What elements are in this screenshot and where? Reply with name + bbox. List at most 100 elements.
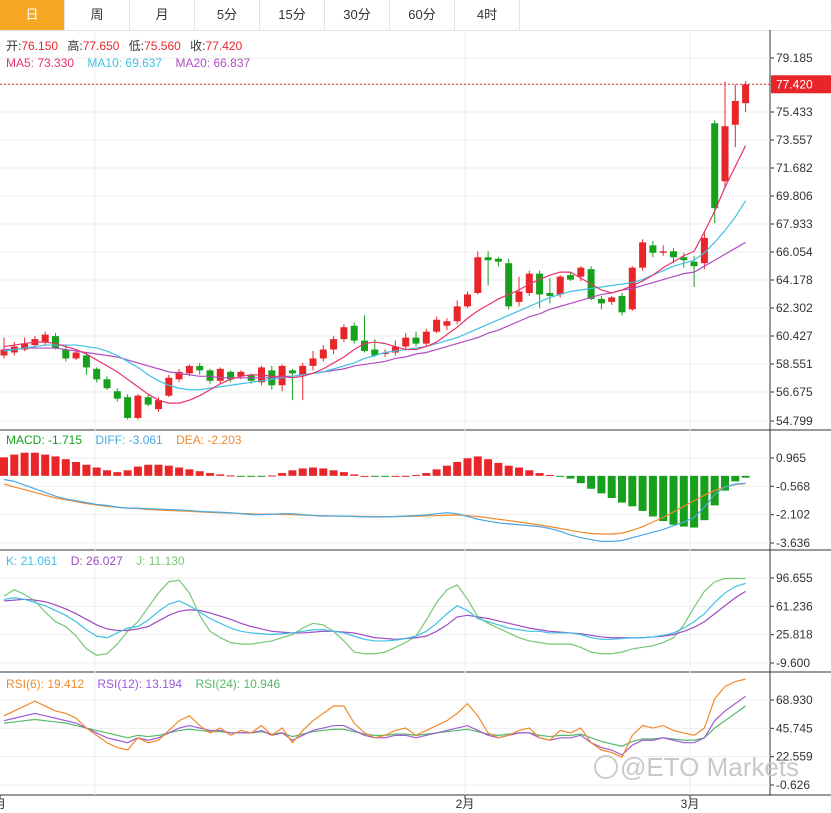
candle-body <box>124 397 132 419</box>
tab-3[interactable]: 5分 <box>195 0 260 30</box>
macd-bar <box>484 459 493 476</box>
chart-grid: 月 2月 3月 <box>0 30 831 811</box>
candle-body <box>350 325 358 341</box>
macd-bar <box>267 475 276 477</box>
macd-bar <box>247 475 256 477</box>
y-tick-label: -9.600 <box>776 656 810 670</box>
macd-bar <box>453 461 462 476</box>
macd-bar <box>628 475 637 507</box>
macd-bar <box>103 470 111 476</box>
macd-bar <box>432 469 441 476</box>
macd-bar <box>185 469 194 476</box>
macd-bar <box>638 475 647 511</box>
candle-body <box>165 377 173 396</box>
candle-body <box>330 339 338 350</box>
y-tick-label: 66.054 <box>776 245 813 259</box>
candle-body <box>608 297 616 302</box>
candle-body <box>361 340 368 352</box>
macd-bar <box>309 467 317 476</box>
macd-bar <box>412 474 420 476</box>
candle-body <box>618 295 626 313</box>
candlestick-panel: 79.185 75.433 73.557 71.682 69.806 67.933 66.0… <box>0 51 831 428</box>
y-tick-label: 96.655 <box>776 571 813 585</box>
macd-bar <box>381 475 390 477</box>
macd-bar <box>360 475 369 477</box>
y-tick-label: 75.433 <box>776 105 813 119</box>
candle-body <box>742 84 750 104</box>
candle-body <box>711 123 719 209</box>
y-tick-label: 73.557 <box>776 133 813 147</box>
legend-ohlc: 开:76.150 高:77.650 低:75.560 收:77.420 <box>6 38 243 53</box>
macd-bar <box>133 466 142 476</box>
candle-body <box>670 251 677 258</box>
y-tick-label: 71.682 <box>776 161 813 175</box>
watermark: @ETO Markets <box>594 752 799 782</box>
macd-bar <box>154 464 163 476</box>
macd-bar <box>463 458 472 476</box>
macd-bar <box>61 459 70 476</box>
x-tick-label: 月 <box>0 797 6 811</box>
macd-bar <box>731 475 740 482</box>
candle-body <box>494 258 502 262</box>
macd-bar <box>669 475 678 525</box>
macd-bar <box>226 475 235 477</box>
macd-bar <box>20 452 29 476</box>
candle-body <box>41 334 49 343</box>
y-tick-label: 60.427 <box>776 329 813 343</box>
macd-bar <box>298 468 307 476</box>
watermark-logo-icon <box>594 755 618 779</box>
legend-macd: MACD: -1.715 DIFF: -3.061 DEA: -2.203 <box>6 433 242 447</box>
tab-5[interactable]: 30分 <box>325 0 390 30</box>
macd-bar <box>144 464 153 476</box>
macd-bar <box>618 475 626 503</box>
legend-kdj: K: 21.061 D: 26.027 J: 11.130 <box>6 554 185 568</box>
candle-body <box>639 242 647 268</box>
candle-body <box>505 263 513 307</box>
y-tick-label: 62.302 <box>776 301 813 315</box>
macd-bar <box>288 470 297 476</box>
macd-bar <box>175 467 184 476</box>
kdj-panel: 96.655 61.236 25.818 -9.600 <box>3 571 813 670</box>
candle-body <box>690 261 698 267</box>
kdj-k-line <box>3 582 746 642</box>
tab-7[interactable]: 4时 <box>455 0 520 30</box>
macd-bar <box>206 473 214 476</box>
candle-body <box>206 370 214 381</box>
y-tick-label: 56.675 <box>776 385 813 399</box>
y-tick-label: -0.568 <box>776 479 810 493</box>
stock-chart: 月 2月 3月 79.185 75.433 73.557 71.682 69.806 67.9… <box>0 30 831 811</box>
tab-0[interactable]: 日 <box>0 0 65 30</box>
tab-2[interactable]: 月 <box>130 0 195 30</box>
candle-body <box>113 391 121 399</box>
ma20-line <box>4 241 746 379</box>
candle-body <box>474 257 482 293</box>
macd-bar <box>494 462 503 476</box>
macd-bar <box>319 468 328 476</box>
macd-bar <box>329 470 338 476</box>
tab-1[interactable]: 周 <box>65 0 130 30</box>
macd-bar <box>607 475 616 498</box>
macd-bar <box>401 475 410 477</box>
candle-body <box>453 306 461 322</box>
macd-bar <box>566 475 575 479</box>
macd-bar <box>350 474 359 476</box>
candle-body <box>649 245 657 253</box>
last-price-label: 77.420 <box>776 77 813 91</box>
macd-bar <box>113 472 122 476</box>
candle-body <box>484 257 492 261</box>
kdj-d-line <box>3 590 746 640</box>
candle-body <box>556 276 564 295</box>
y-tick-label: 0.965 <box>776 451 806 465</box>
macd-bar <box>195 471 204 476</box>
candle-body <box>340 327 348 340</box>
x-tick-label: 3月 <box>681 797 700 811</box>
candle-body <box>93 368 101 380</box>
tab-6[interactable]: 60分 <box>390 0 455 30</box>
macd-bar <box>679 475 688 527</box>
tab-4[interactable]: 15分 <box>260 0 325 30</box>
macd-bar <box>82 464 91 476</box>
macd-bar <box>442 465 451 476</box>
macd-bar <box>504 465 513 476</box>
legend-rsi: RSI(6): 19.412 RSI(12): 13.194 RSI(24): … <box>6 677 280 691</box>
candle-body <box>464 294 471 307</box>
